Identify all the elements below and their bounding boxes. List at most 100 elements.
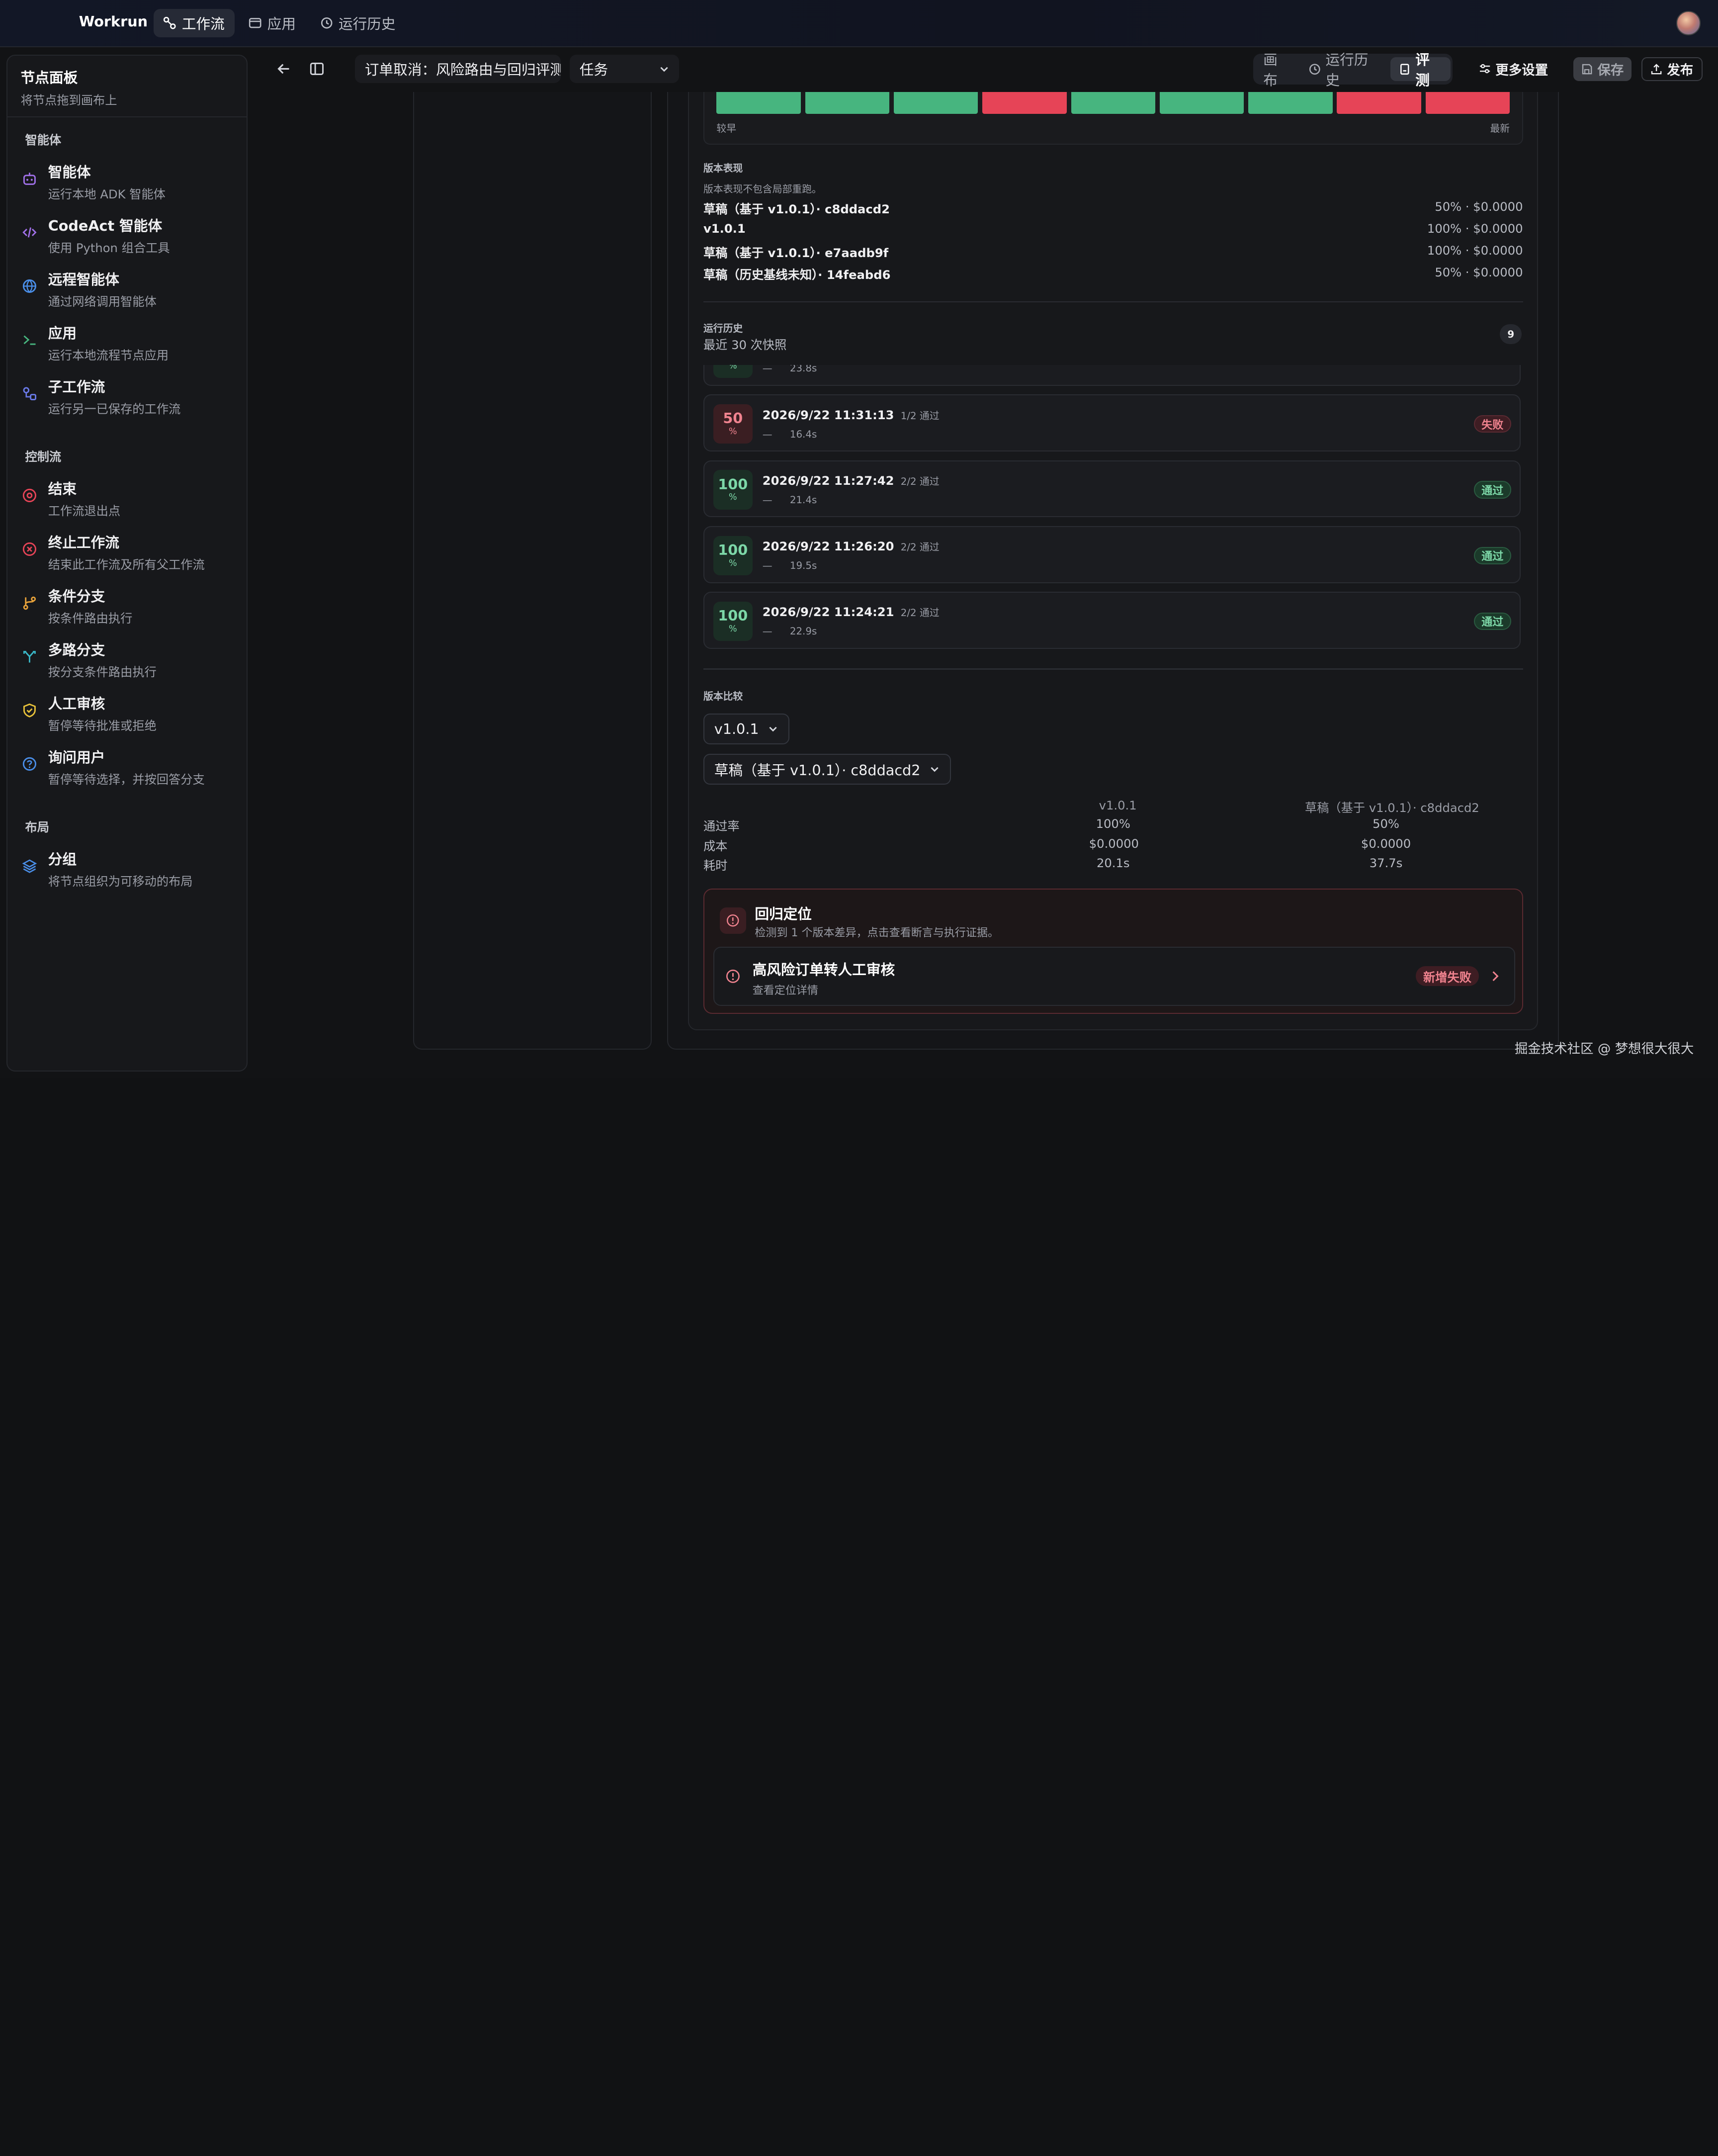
sliders-icon: [1480, 64, 1490, 74]
run-meta: —19.5s: [762, 560, 817, 572]
save-button[interactable]: 保存: [1573, 57, 1632, 82]
tab-canvas[interactable]: 画布: [1256, 51, 1298, 89]
terminal-icon: [23, 335, 36, 345]
editor-toolbar: 订单取消：风险路由与回归评测 任务 画布 运行历史 评测 更多设置 保存 发布: [254, 47, 1718, 91]
more-settings-label: 更多设置: [1495, 63, 1548, 78]
node-group[interactable]: 分组 将节点组织为可移动的布局: [21, 846, 240, 890]
top-nav: Workrun 工作流 应用 运行历史: [0, 0, 1718, 47]
nav-workflow[interactable]: 工作流: [153, 8, 235, 37]
node-condition-name: 条件分支: [48, 587, 105, 605]
nav-apps[interactable]: 应用: [239, 9, 305, 37]
run-card[interactable]: 100% 2026/9/22 11:24:21 2/2 通过 —22.9s 通过: [703, 592, 1521, 649]
publish-button[interactable]: 发布: [1641, 57, 1703, 82]
run-date: 2026/9/22 11:26:20 2/2 通过: [762, 539, 940, 554]
version-value: 100% · $0.0000: [1427, 243, 1523, 258]
task-select[interactable]: 任务: [570, 55, 680, 84]
node-panel-header: 节点面板 将节点拖到画布上: [7, 56, 247, 118]
toggle-sidebar-button[interactable]: [305, 57, 329, 81]
node-app[interactable]: 应用 运行本地流程节点应用: [21, 320, 240, 363]
compare-select-b[interactable]: 草稿（基于 v1.0.1）· c8ddacd2: [703, 754, 951, 785]
alert-icon: [719, 907, 746, 934]
node-agent[interactable]: 智能体 运行本地 ADK 智能体: [21, 159, 240, 202]
workflow-icon: [164, 16, 176, 29]
node-ask-user[interactable]: 询问用户 暂停等待选择，并按回答分支: [21, 744, 240, 788]
x-circle-icon: [22, 542, 36, 556]
node-agent-desc: 运行本地 ADK 智能体: [48, 187, 166, 202]
run-date: 2026/9/22 11:24:21 2/2 通过: [762, 605, 940, 620]
run-result-bar[interactable]: [805, 92, 890, 114]
run-pass-count: 2/2 通过: [900, 475, 940, 487]
regression-subtitle: 检测到 1 个版本差异，点击查看断言与执行证据。: [755, 926, 999, 939]
compare-row: 耗时 20.1s 37.7s: [703, 856, 1403, 873]
chevron-down-icon: [769, 726, 777, 731]
regression-item[interactable]: 高风险订单转人工审核 查看定位详情 新增失败: [713, 947, 1515, 1006]
node-multi-branch[interactable]: 多路分支 按分支条件路由执行: [21, 636, 240, 680]
nav-run-history[interactable]: 运行历史: [310, 9, 406, 37]
version-value: 100% · $0.0000: [1427, 221, 1523, 236]
run-score: 100%: [713, 536, 753, 575]
node-multi-branch-name: 多路分支: [48, 641, 105, 658]
run-score: 50%: [713, 404, 753, 444]
workflow-title[interactable]: 订单取消：风险路由与回归评测: [355, 55, 561, 84]
node-condition[interactable]: 条件分支 按条件路由执行: [21, 583, 240, 627]
run-card[interactable]: 100% 2026/9/22 11:27:42 2/2 通过 —21.4s 通过: [703, 460, 1521, 518]
run-result-bar[interactable]: [716, 92, 801, 114]
alert-icon: [726, 969, 740, 983]
run-pass-count: 1/2 通过: [900, 410, 940, 422]
avatar[interactable]: [1676, 11, 1701, 35]
subflow-icon: [23, 387, 36, 400]
node-codeact-desc: 使用 Python 组合工具: [48, 241, 170, 256]
run-score: 100%: [713, 601, 753, 641]
tab-run-history-label: 运行历史: [1325, 51, 1369, 89]
globe-icon: [22, 279, 36, 293]
save-label: 保存: [1597, 63, 1624, 79]
node-subworkflow[interactable]: 子工作流 运行另一已保存的工作流: [21, 373, 240, 417]
node-codeact-agent[interactable]: CodeAct 智能体 使用 Python 组合工具: [21, 212, 240, 256]
status-badge: 新增失败: [1415, 966, 1479, 987]
node-remote-agent[interactable]: 远程智能体 通过网络调用智能体: [21, 266, 240, 310]
compare-row: 成本 $0.0000 $0.0000: [703, 836, 1411, 853]
clipboard-icon: [1400, 63, 1409, 75]
tab-run-history[interactable]: 运行历史: [1301, 51, 1388, 89]
compare-select-a-value: v1.0.1: [714, 720, 759, 737]
view-switcher: 画布 运行历史 评测: [1253, 51, 1453, 89]
node-group-name: 分组: [48, 850, 77, 868]
run-result-bar[interactable]: [1159, 92, 1244, 114]
back-button[interactable]: [272, 57, 296, 81]
run-history-count: 9: [1500, 324, 1522, 345]
node-terminate[interactable]: 终止工作流 结束此工作流及所有父工作流: [21, 529, 240, 573]
tab-evaluation-label: 评测: [1415, 51, 1430, 89]
run-card[interactable]: 100% —23.8s 通过: [703, 361, 1521, 386]
run-result-bar[interactable]: [893, 92, 978, 114]
node-remote-name: 远程智能体: [48, 270, 119, 288]
node-ask-user-name: 询问用户: [48, 748, 105, 766]
upload-icon: [1651, 64, 1662, 75]
more-settings-button[interactable]: 更多设置: [1479, 59, 1548, 79]
node-terminate-name: 终止工作流: [48, 534, 119, 551]
brand-logo[interactable]: Workrun: [79, 13, 148, 30]
compare-select-a[interactable]: v1.0.1: [703, 713, 790, 744]
divider: [703, 668, 1523, 670]
arrow-left-icon: [277, 64, 289, 74]
run-card[interactable]: 100% 2026/9/22 11:26:20 2/2 通过 —19.5s 通过: [703, 526, 1521, 583]
node-end[interactable]: 结束 工作流退出点: [21, 475, 240, 519]
version-name: 草稿（历史基线未知）· 14feabd6: [703, 268, 891, 282]
run-pass-count: 2/2 通过: [900, 607, 940, 619]
run-result-bar[interactable]: [982, 92, 1067, 114]
run-meta: —22.9s: [762, 626, 817, 637]
publish-label: 发布: [1667, 63, 1694, 79]
run-history-subtitle: 最近 30 次快照: [703, 338, 787, 353]
version-value: 50% · $0.0000: [1435, 265, 1523, 280]
run-result-bar[interactable]: [1337, 92, 1421, 114]
run-result-bar[interactable]: [1248, 92, 1333, 114]
node-panel: 节点面板 将节点拖到画布上 智能体 智能体 运行本地 ADK 智能体 CodeAc…: [6, 55, 248, 1072]
tab-evaluation[interactable]: 评测: [1390, 51, 1451, 89]
branch-icon: [23, 596, 36, 610]
run-result-bar[interactable]: [1425, 92, 1510, 114]
run-result-bar[interactable]: [1071, 92, 1155, 114]
node-human-review[interactable]: 人工审核 暂停等待批准或拒绝: [21, 690, 240, 734]
strip-label-earlier: 较早: [716, 123, 737, 135]
layers-icon: [22, 859, 37, 873]
node-panel-subtitle: 将节点拖到画布上: [20, 92, 117, 107]
run-card[interactable]: 50% 2026/9/22 11:31:13 1/2 通过 —16.4s 失败: [703, 394, 1521, 452]
